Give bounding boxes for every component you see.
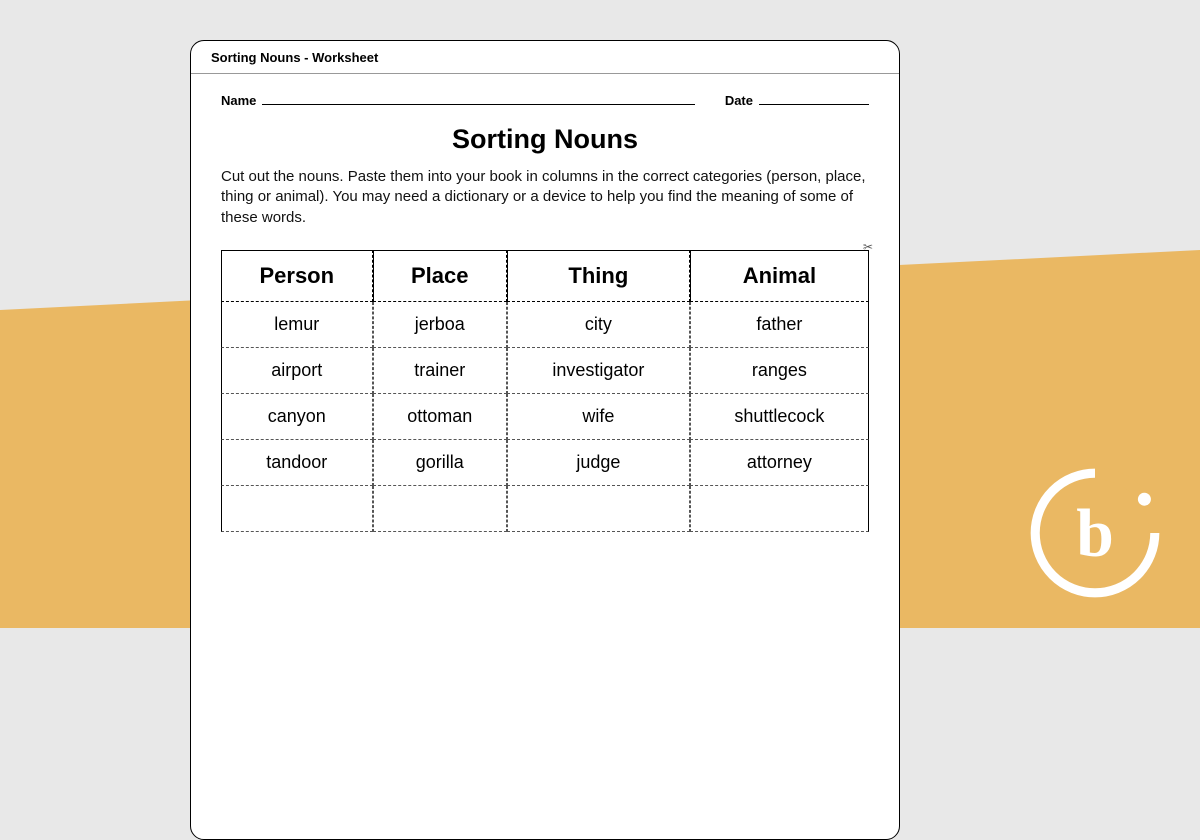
table-header-row: Person Place Thing Animal: [221, 250, 869, 302]
cell: judge: [507, 440, 690, 486]
cell: ottoman: [373, 394, 507, 440]
name-label: Name: [221, 93, 256, 108]
cell: [373, 486, 507, 532]
worksheet-title: Sorting Nouns: [191, 124, 899, 155]
cell: shuttlecock: [690, 394, 869, 440]
col-thing: Thing: [507, 250, 690, 302]
cell: attorney: [690, 440, 869, 486]
table-row: tandoor gorilla judge attorney: [221, 440, 869, 486]
cell: trainer: [373, 348, 507, 394]
cell: [221, 486, 373, 532]
table-container: ✂ Person Place Thing Animal lemur jerboa…: [191, 228, 899, 532]
worksheet-instructions: Cut out the nouns. Paste them into your …: [191, 167, 899, 228]
date-label: Date: [725, 93, 753, 108]
cell: ranges: [690, 348, 869, 394]
name-date-row: Name Date: [191, 74, 899, 108]
cell: tandoor: [221, 440, 373, 486]
noun-table: Person Place Thing Animal lemur jerboa c…: [221, 250, 869, 532]
brand-logo-icon: b: [1030, 468, 1160, 598]
name-field: Name: [221, 92, 695, 108]
table-row: canyon ottoman wife shuttlecock: [221, 394, 869, 440]
col-animal: Animal: [690, 250, 869, 302]
cell: city: [507, 302, 690, 348]
cell: gorilla: [373, 440, 507, 486]
scissors-icon: ✂: [863, 240, 873, 254]
table-row: lemur jerboa city father: [221, 302, 869, 348]
table-row: [221, 486, 869, 532]
date-underline: [759, 92, 869, 105]
svg-text:b: b: [1076, 496, 1114, 571]
cell: wife: [507, 394, 690, 440]
col-place: Place: [373, 250, 507, 302]
cell: airport: [221, 348, 373, 394]
name-underline: [262, 92, 694, 105]
col-person: Person: [221, 250, 373, 302]
sheet-header-text: Sorting Nouns - Worksheet: [211, 50, 378, 65]
table-row: airport trainer investigator ranges: [221, 348, 869, 394]
date-field: Date: [725, 92, 869, 108]
cell: father: [690, 302, 869, 348]
sheet-header: Sorting Nouns - Worksheet: [191, 41, 899, 74]
cell: investigator: [507, 348, 690, 394]
cell: canyon: [221, 394, 373, 440]
cell: jerboa: [373, 302, 507, 348]
cell: [507, 486, 690, 532]
cell: lemur: [221, 302, 373, 348]
worksheet-page: Sorting Nouns - Worksheet Name Date Sort…: [190, 40, 900, 840]
cell: [690, 486, 869, 532]
